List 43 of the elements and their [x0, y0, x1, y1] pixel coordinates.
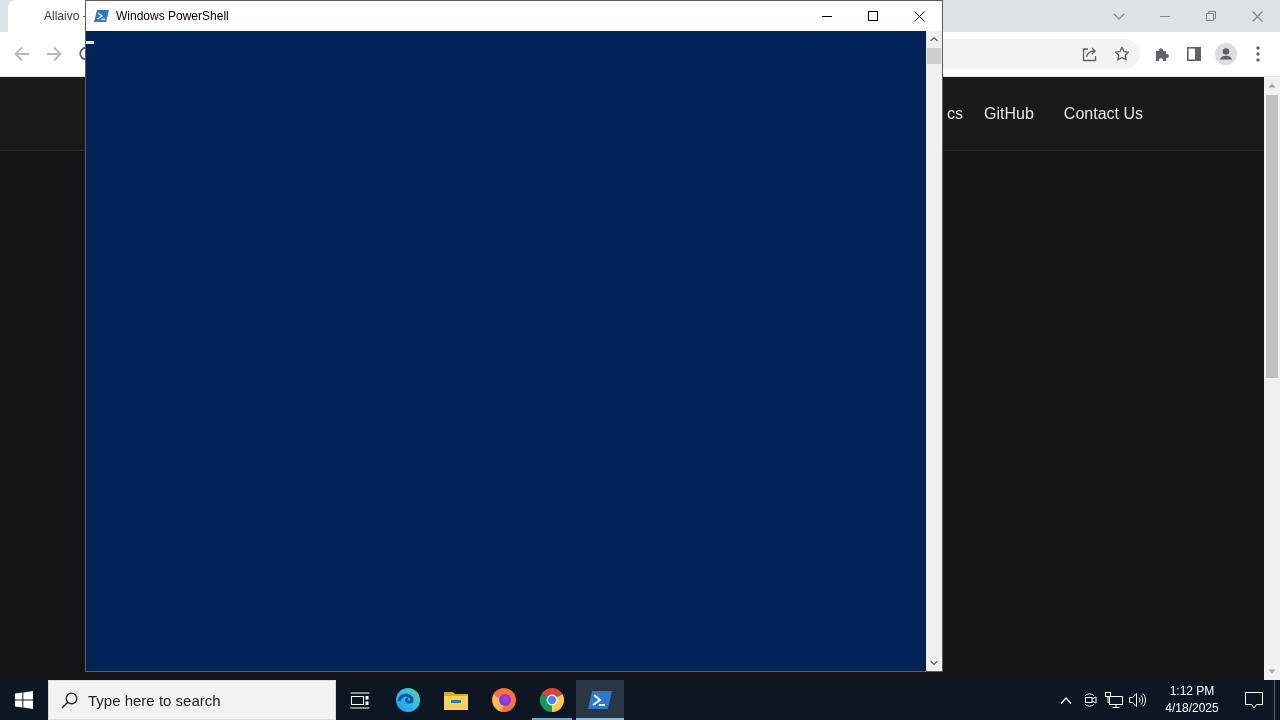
page-scrollbar[interactable]	[1264, 77, 1280, 680]
minimize-icon	[822, 15, 832, 17]
clock-date: 4/18/2025	[1165, 700, 1219, 717]
network-monitor-icon	[1105, 692, 1123, 708]
puzzle-piece-icon	[1154, 46, 1170, 62]
close-icon	[1251, 10, 1263, 22]
window-panes-icon	[15, 691, 33, 709]
scrollbar-thumb[interactable]	[927, 48, 941, 64]
window-title: Windows PowerShell	[116, 9, 229, 23]
terminal-prompt-icon	[94, 10, 109, 22]
speech-bubble-icon	[1245, 691, 1263, 709]
clock-button[interactable]: 1:12 PM 4/18/2025	[1154, 680, 1230, 720]
maximize-icon	[868, 11, 878, 21]
clock-time: 1:12 PM	[1169, 683, 1215, 700]
chevron-down-icon	[1113, 12, 1125, 20]
nav-link[interactable]: Contact Us	[1063, 104, 1143, 123]
task-view-icon	[350, 691, 370, 709]
folder-icon	[444, 690, 468, 710]
text-cursor	[86, 41, 94, 44]
restore-icon	[1206, 11, 1216, 21]
side-panel-icon	[1187, 47, 1201, 61]
taskbar-app-button[interactable]	[576, 680, 624, 720]
wave-logo-icon	[396, 688, 420, 712]
tricolor-circle-icon	[540, 688, 564, 712]
terminal-prompt-icon	[588, 691, 612, 709]
close-icon	[913, 10, 925, 22]
scrollbar-thumb[interactable]	[1266, 95, 1278, 378]
nav-link[interactable]: cs	[947, 104, 964, 123]
nav-link[interactable]: GitHub	[984, 104, 1034, 123]
forward-arrow-icon	[46, 46, 62, 62]
share-icon[interactable]	[1082, 46, 1098, 62]
star-icon[interactable]	[1114, 46, 1130, 62]
chevron-up-icon	[1060, 696, 1072, 704]
search-icon	[61, 692, 78, 709]
kebab-menu-icon	[1256, 46, 1260, 62]
speaker-icon	[1129, 692, 1147, 708]
video-camera-icon	[1082, 692, 1098, 708]
minimize-icon	[1160, 15, 1170, 17]
fox-globe-icon	[492, 688, 516, 712]
avatar-icon	[1215, 43, 1237, 65]
taskbar-search-field[interactable]: Type here to search	[48, 680, 336, 720]
back-arrow-icon	[14, 46, 30, 62]
console-scrollbar[interactable]	[926, 31, 942, 671]
